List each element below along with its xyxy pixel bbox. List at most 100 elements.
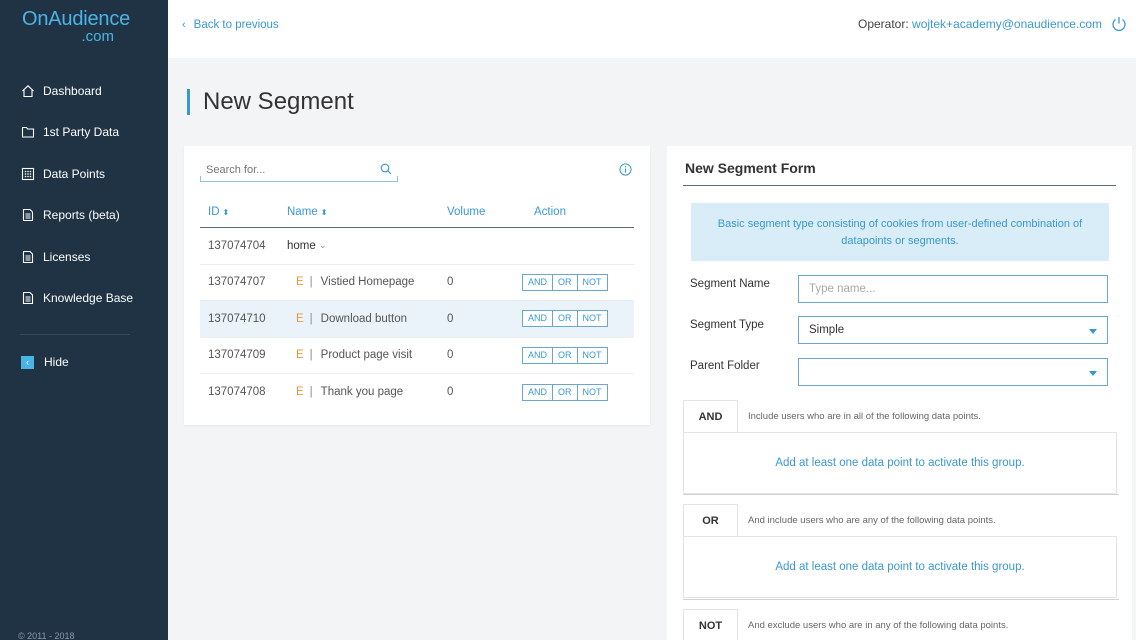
or-rule-dropzone[interactable]: Add at least one data point to activate … [683, 536, 1117, 598]
not-button[interactable]: NOT [576, 383, 608, 401]
back-to-previous-link[interactable]: ‹ Back to previous [182, 19, 279, 31]
segment-name-label: Segment Name [690, 278, 770, 290]
row-volume: 0 [447, 386, 454, 399]
segment-type-select[interactable]: Simple [798, 316, 1108, 344]
table-row: 137074710 E | Download button 0 AND OR NOT [200, 301, 634, 338]
group-name-label: home [287, 239, 316, 252]
rule-divider [683, 494, 1119, 495]
sidebar-item-data-points[interactable]: Data Points [0, 153, 168, 195]
operator-email-link[interactable]: wojtek+academy@onaudience.com [912, 17, 1102, 31]
or-rule-group: OR And include users who are any of the … [683, 504, 1117, 598]
row-id: 137074709 [208, 349, 266, 362]
row-name: Product page visit [320, 349, 413, 362]
parent-folder-select[interactable] [798, 358, 1108, 386]
name-column-header[interactable]: Name ⬍ [287, 206, 447, 218]
table-row: 137074709 E | Product page visit 0 AND OR NO… [200, 338, 634, 374]
rule-description: And include users who are any of the fol… [748, 514, 996, 526]
and-button[interactable]: AND [522, 273, 554, 291]
caret-down-icon [1089, 371, 1097, 376]
chevron-left-icon: ‹ [182, 19, 186, 31]
row-id: 137074710 [208, 312, 266, 325]
row-volume: 0 [447, 312, 454, 325]
sidebar-item-label: Data Points [43, 166, 106, 181]
rule-header: OR And include users who are any of the … [683, 504, 1117, 536]
sidebar-item-1st-party-data[interactable]: 1st Party Data [0, 112, 168, 154]
sidebar-hide-button[interactable]: ‹ Hide [21, 355, 69, 369]
not-button[interactable]: NOT [576, 346, 608, 364]
row-volume: 0 [447, 276, 454, 289]
and-button[interactable]: AND [522, 383, 554, 401]
row-name-cell: E | Download button [287, 313, 447, 325]
not-button[interactable]: NOT [576, 310, 608, 328]
rule-description: And exclude users who are in any of the … [748, 619, 1009, 631]
title-accent-bar [187, 89, 190, 115]
not-rule-group: NOT And exclude users who are in any of … [683, 609, 1117, 640]
and-rule-tag: AND [683, 400, 738, 432]
event-type-marker: E [296, 276, 304, 289]
rule-header: NOT And exclude users who are in any of … [683, 609, 1117, 640]
volume-column-header: Volume [447, 205, 486, 218]
id-column-header[interactable]: ID ⬍ [200, 206, 287, 218]
action-column-header: Action [534, 205, 566, 218]
grid-icon [21, 167, 35, 181]
row-name-cell: E | Vistied Homepage [287, 276, 447, 288]
info-icon[interactable] [619, 163, 632, 176]
or-button[interactable]: OR [552, 383, 578, 401]
segment-info-box: Basic segment type consisting of cookies… [691, 203, 1109, 261]
document-icon [21, 291, 35, 305]
search-box [200, 160, 398, 182]
data-points-panel: ID⬍ Name⬍ Volume Action 137074704 home ⌄… [184, 146, 650, 425]
operator-label: Operator: [857, 17, 909, 31]
sidebar-item-dashboard[interactable]: Dashboard [0, 70, 168, 112]
logo[interactable]: OnAudience .com [22, 8, 142, 44]
row-separator: | [309, 312, 313, 325]
sidebar-item-licenses[interactable]: Licenses [0, 236, 168, 278]
and-rule-dropzone[interactable]: Add at least one data point to activate … [683, 432, 1117, 494]
or-button[interactable]: OR [552, 310, 578, 328]
page-title: New Segment [203, 88, 354, 115]
segment-name-input[interactable]: Type name... [798, 275, 1108, 303]
sidebar-item-label: Reports (beta) [43, 208, 120, 223]
power-icon[interactable] [1110, 15, 1128, 33]
row-separator: | [309, 349, 313, 362]
action-button-group: AND OR NOT [522, 383, 634, 401]
group-name[interactable]: home ⌄ [287, 240, 447, 252]
parent-folder-label: Parent Folder [690, 360, 760, 372]
search-input[interactable] [200, 160, 370, 180]
table-header: ID ⬍ Name ⬍ Volume Action [200, 196, 634, 228]
sidebar-nav: Dashboard 1st Party Data Data Points Rep… [0, 70, 168, 319]
event-type-marker: E [296, 386, 304, 399]
action-button-group: AND OR NOT [522, 346, 634, 364]
id-header-label: ID [208, 205, 220, 218]
table-group-row[interactable]: 137074704 home ⌄ [200, 228, 634, 265]
sidebar-item-reports[interactable]: Reports (beta) [0, 195, 168, 237]
form-title: New Segment Form [685, 160, 816, 176]
operator-info: Operator: wojtek+academy@onaudience.com [858, 17, 1102, 31]
name-header-label: Name [287, 205, 318, 218]
sidebar-item-label: 1st Party Data [43, 125, 120, 140]
sidebar-item-knowledge-base[interactable]: Knowledge Base [0, 278, 168, 320]
folder-icon [21, 125, 35, 139]
not-button[interactable]: NOT [576, 273, 608, 291]
or-button[interactable]: OR [552, 273, 578, 291]
and-button[interactable]: AND [522, 310, 554, 328]
page-title-wrap: New Segment [187, 88, 354, 116]
segment-type-value: Simple [809, 324, 845, 336]
or-button[interactable]: OR [552, 346, 578, 364]
search-icon[interactable] [380, 163, 392, 175]
segment-form-panel: New Segment Form Basic segment type cons… [667, 146, 1132, 640]
row-name: Thank you page [320, 386, 404, 399]
document-icon [21, 208, 35, 222]
table-row: 137074707 E | Vistied Homepage 0 AND OR NOT [200, 265, 634, 301]
row-separator: | [309, 276, 313, 289]
chevron-down-icon: ⌄ [318, 240, 327, 251]
not-rule-tag: NOT [683, 609, 738, 640]
row-id: 137074704 [208, 239, 266, 252]
form-title-divider [683, 185, 1116, 186]
row-id: 137074707 [208, 276, 266, 289]
document-icon [21, 250, 35, 264]
table-row: 137074708 E | Thank you page 0 AND OR NOT [200, 374, 634, 411]
and-button[interactable]: AND [522, 346, 554, 364]
row-actions: AND OR NOT [519, 346, 634, 364]
sidebar-item-label: Dashboard [43, 83, 102, 98]
